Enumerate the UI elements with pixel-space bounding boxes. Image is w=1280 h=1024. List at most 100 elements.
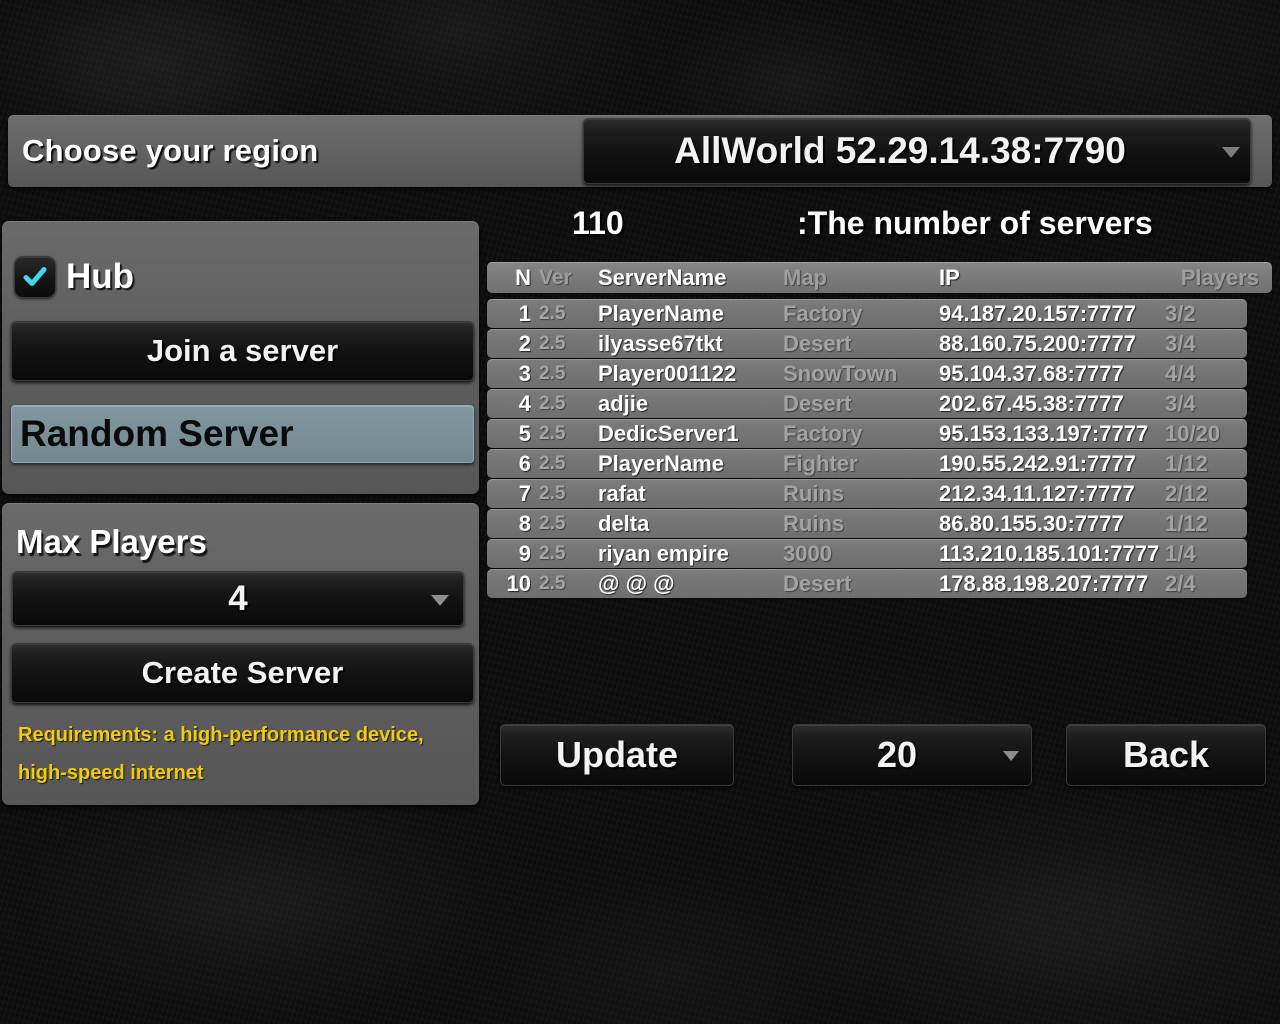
cell-ip: 86.80.155.30:7777 [939, 510, 1124, 536]
cell-name: delta [598, 510, 650, 536]
table-row[interactable]: 6 2.5 PlayerName Fighter 190.55.242.91:7777 1… [487, 449, 1247, 478]
cell-ip: 113.210.185.101:7777 [939, 540, 1160, 566]
join-server-button[interactable]: Join a server [11, 321, 474, 381]
random-server-button[interactable]: Random Server [11, 405, 474, 463]
random-server-button-label: Random Server [20, 413, 294, 454]
page-size-value: 20 [876, 734, 918, 775]
server-count-row: 110 :The number of servers [487, 205, 1272, 249]
header-players: Players [1180, 264, 1259, 290]
cell-ver: 2.5 [539, 392, 566, 414]
cell-map: Factory [783, 300, 863, 326]
create-server-button-label: Create Server [141, 655, 344, 690]
requirements-text: Requirements: a high-performance device,… [18, 724, 424, 784]
region-label: Choose your region [22, 133, 319, 168]
back-button-label: Back [1122, 734, 1210, 775]
chevron-down-icon [1003, 751, 1019, 761]
join-server-button-label: Join a server [146, 333, 339, 368]
cell-players: 3/2 [1165, 300, 1196, 326]
cell-name: DedicServer1 [598, 420, 739, 446]
cell-n: 7 [518, 480, 531, 506]
cell-map: Ruins [783, 510, 845, 536]
back-button[interactable]: Back [1066, 724, 1266, 786]
cell-map: Factory [783, 420, 863, 446]
cell-n: 9 [518, 540, 531, 566]
cell-players: 1/12 [1165, 510, 1208, 536]
cell-ip: 95.153.133.197:7777 [939, 420, 1149, 446]
hub-checkbox-row[interactable]: Hub [14, 256, 134, 298]
cell-players: 2/4 [1165, 570, 1196, 596]
cell-ip: 190.55.242.91:7777 [939, 450, 1136, 476]
table-row[interactable]: 5 2.5 DedicServer1 Factory 95.153.133.197:77… [487, 419, 1247, 448]
join-panel: Hub Join a server Random Server [2, 221, 479, 494]
cell-ip: 202.67.45.38:7777 [939, 390, 1124, 416]
create-panel: Max Players 4 Create Server Requirements… [2, 503, 479, 805]
header-ver: Ver [539, 265, 572, 289]
cell-players: 10/20 [1165, 420, 1221, 446]
cell-ver: 2.5 [539, 572, 566, 594]
cell-players: 3/4 [1165, 390, 1196, 416]
cell-players: 3/4 [1165, 330, 1196, 356]
table-row[interactable]: 7 2.5 rafat Ruins 212.34.11.127:7777 2/12 [487, 479, 1247, 508]
cell-name: adjie [598, 390, 649, 416]
cell-map: Fighter [783, 450, 858, 476]
hub-label: Hub [66, 257, 135, 296]
max-players-select[interactable]: 4 [12, 571, 464, 626]
cell-name: @ @ @ [598, 570, 675, 596]
cell-n: 1 [518, 300, 531, 326]
table-row[interactable]: 8 2.5 delta Ruins 86.80.155.30:7777 1/12 [487, 509, 1247, 538]
cell-n: 2 [518, 330, 531, 356]
cell-name: PlayerName [598, 300, 724, 326]
cell-name: rafat [598, 480, 646, 506]
create-server-button[interactable]: Create Server [11, 643, 474, 703]
table-row[interactable]: 1 2.5 PlayerName Factory 94.187.20.157:7777 3… [487, 299, 1247, 328]
table-row[interactable]: 3 2.5 Player001122 SnowTown 95.104.37.68:777… [487, 359, 1247, 388]
server-count-number: 110 [572, 205, 624, 241]
cell-map: Ruins [783, 480, 845, 506]
cell-name: ilyasse67tkt [598, 330, 723, 356]
max-players-value: 4 [228, 578, 248, 618]
cell-ip: 212.34.11.127:7777 [939, 480, 1135, 506]
cell-players: 1/4 [1165, 540, 1196, 566]
cell-map: SnowTown [783, 360, 898, 386]
cell-ver: 2.5 [539, 482, 566, 504]
table-row[interactable]: 4 2.5 adjie Desert 202.67.45.38:7777 3/4 [487, 389, 1247, 418]
max-players-label: Max Players [16, 523, 207, 560]
update-button-label: Update [555, 734, 678, 775]
region-select-value: AllWorld 52.29.14.38:7790 [674, 130, 1126, 171]
cell-players: 1/12 [1165, 450, 1208, 476]
server-browser-screen: Choose your region AllWorld 52.29.14.38:… [0, 0, 1280, 1024]
page-size-select[interactable]: 20 [792, 724, 1032, 786]
cell-ver: 2.5 [539, 542, 566, 564]
update-button[interactable]: Update [500, 724, 734, 786]
table-row[interactable]: 10 2.5 @ @ @ Desert 178.88.198.207:7777 2/4 [487, 569, 1247, 598]
chevron-down-icon [1222, 147, 1240, 158]
table-row[interactable]: 9 2.5 riyan empire 3000 113.210.185.101:7777… [487, 539, 1247, 568]
cell-ver: 2.5 [539, 332, 566, 354]
chevron-down-icon [431, 594, 449, 606]
header-map: Map [783, 264, 827, 290]
table-row[interactable]: 2 2.5 ilyasse67tkt Desert 88.160.75.200:7777… [487, 329, 1247, 358]
cell-n: 10 [506, 570, 531, 596]
cell-map: Desert [783, 330, 852, 356]
cell-ver: 2.5 [539, 422, 566, 444]
cell-name: Player001122 [598, 360, 737, 386]
cell-ip: 94.187.20.157:7777 [939, 300, 1136, 326]
header-n: N [515, 264, 531, 290]
region-select[interactable]: AllWorld 52.29.14.38:7790 [583, 118, 1251, 184]
cell-ver: 2.5 [539, 452, 566, 474]
cell-name: PlayerName [598, 450, 724, 476]
server-table: N Ver ServerName Map IP Players 1 2.5 Play… [487, 262, 1272, 599]
cell-n: 6 [518, 450, 531, 476]
cell-ip: 95.104.37.68:7777 [939, 360, 1124, 386]
checkmark-icon [23, 267, 47, 286]
cell-ip: 178.88.198.207:7777 [939, 570, 1149, 596]
server-count-caption: :The number of servers [797, 205, 1153, 241]
cell-ver: 2.5 [539, 512, 566, 534]
hub-checkbox[interactable] [14, 256, 56, 298]
cell-n: 4 [518, 390, 531, 416]
cell-map: Desert [783, 390, 852, 416]
cell-ip: 88.160.75.200:7777 [939, 330, 1136, 356]
header-ip: IP [939, 264, 960, 290]
cell-map: 3000 [783, 540, 832, 566]
cell-map: Desert [783, 570, 852, 596]
